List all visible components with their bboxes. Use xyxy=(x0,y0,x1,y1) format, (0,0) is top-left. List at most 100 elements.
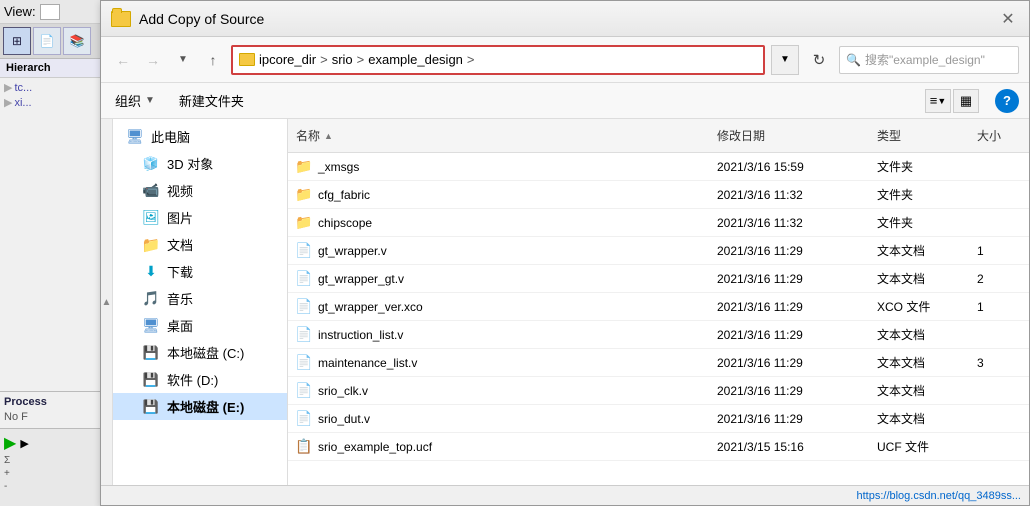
file-row[interactable]: 📄 gt_wrapper_ver.xco 2021/3/16 11:29 XCO… xyxy=(288,293,1029,321)
file-row[interactable]: 📁 chipscope 2021/3/16 11:32 文件夹 xyxy=(288,209,1029,237)
pc-icon: 🖥 xyxy=(125,129,145,145)
ide-icon-hierarchy[interactable]: ⊞ xyxy=(3,27,31,55)
nav-collapse-button[interactable]: ▲ xyxy=(101,119,113,485)
file-date: 2021/3/16 11:29 xyxy=(709,241,869,261)
nav-forward-button[interactable]: → xyxy=(141,48,165,72)
file-row[interactable]: 📄 gt_wrapper.v 2021/3/16 11:29 文本文档 1 xyxy=(288,237,1029,265)
disk-e-icon: 💾 xyxy=(141,399,161,415)
file-row[interactable]: 📄 instruction_list.v 2021/3/16 11:29 文本文… xyxy=(288,321,1029,349)
file-pane: 名称 ▲ 修改日期 类型 大小 📁 _x xyxy=(288,119,1029,485)
content-area: ▲ 🖥 此电脑 🧊 3D 对象 📹 视频 🖼 图片 xyxy=(101,119,1029,485)
view-list-icon: ≡ xyxy=(930,93,938,108)
file-row[interactable]: 📄 maintenance_list.v 2021/3/16 11:29 文本文… xyxy=(288,349,1029,377)
refresh-button[interactable]: ↻ xyxy=(805,46,833,74)
dialog-titlebar: Add Copy of Source ✕ xyxy=(101,1,1029,37)
header-date-label: 修改日期 xyxy=(717,127,765,144)
view-buttons: ≡ ▼ ▦ xyxy=(925,89,979,113)
nav-item-doc-label: 文档 xyxy=(167,235,193,254)
ide-view-toggle[interactable] xyxy=(40,4,60,20)
new-folder-button[interactable]: 新建文件夹 xyxy=(175,89,248,112)
file-size xyxy=(969,388,1029,394)
search-box[interactable]: 🔍 搜索"example_design" xyxy=(839,46,1019,74)
ide-extra-btn[interactable]: + xyxy=(4,468,101,479)
file-name: gt_wrapper_gt.v xyxy=(318,272,404,286)
file-size xyxy=(969,444,1029,450)
nav-up-button[interactable]: ↑ xyxy=(201,48,225,72)
organize-button[interactable]: 组织 ▼ xyxy=(111,89,159,112)
file-type: 文本文档 xyxy=(869,267,969,290)
nav-item-disk-d[interactable]: 💾 软件 (D:) xyxy=(113,366,287,393)
nav-back-button[interactable]: ← xyxy=(111,48,135,72)
nav-item-music[interactable]: 🎵 音乐 xyxy=(113,285,287,312)
address-folder-icon xyxy=(239,53,255,66)
organize-label: 组织 xyxy=(115,91,141,110)
file-name-cell: 📄 gt_wrapper_gt.v xyxy=(288,268,709,290)
path-sep2: > xyxy=(357,52,365,67)
nav-item-download-label: 下载 xyxy=(167,262,193,281)
file-row[interactable]: 📁 cfg_fabric 2021/3/16 11:32 文件夹 xyxy=(288,181,1029,209)
dialog-title-left: Add Copy of Source xyxy=(111,11,264,27)
file-row[interactable]: 📄 gt_wrapper_gt.v 2021/3/16 11:29 文本文档 2 xyxy=(288,265,1029,293)
dialog-close-button[interactable]: ✕ xyxy=(997,8,1019,30)
ide-sigma-btn[interactable]: Σ xyxy=(4,455,101,466)
music-icon: 🎵 xyxy=(141,291,161,307)
file-name: instruction_list.v xyxy=(318,328,403,342)
file-name: srio_dut.v xyxy=(318,412,370,426)
ide-toolbar-top: View: xyxy=(0,0,104,24)
file-date: 2021/3/16 11:29 xyxy=(709,297,869,317)
header-size-label: 大小 xyxy=(977,127,1001,144)
header-type[interactable]: 类型 xyxy=(869,123,969,148)
ide-icon-libs[interactable]: 📚 xyxy=(63,27,91,55)
file-size xyxy=(969,192,1029,198)
view-list-button[interactable]: ≡ ▼ xyxy=(925,89,951,113)
nav-item-video[interactable]: 📹 视频 xyxy=(113,177,287,204)
nav-item-photo[interactable]: 🖼 图片 xyxy=(113,204,287,231)
file-size: 2 xyxy=(969,269,1029,289)
header-size[interactable]: 大小 xyxy=(969,123,1029,148)
nav-item-download[interactable]: ⬇ 下载 xyxy=(113,258,287,285)
nav-item-disk-c[interactable]: 💾 本地磁盘 (C:) xyxy=(113,339,287,366)
file-row[interactable]: 📋 srio_example_top.ucf 2021/3/15 15:16 U… xyxy=(288,433,1029,461)
file-list-body: 📁 _xmsgs 2021/3/16 15:59 文件夹 📁 cfg_fabri… xyxy=(288,153,1029,485)
file-row[interactable]: 📄 srio_clk.v 2021/3/16 11:29 文本文档 xyxy=(288,377,1029,405)
ide-icon-files[interactable]: 📄 xyxy=(33,27,61,55)
file-name: cfg_fabric xyxy=(318,188,370,202)
file-type: 文本文档 xyxy=(869,407,969,430)
photo-icon: 🖼 xyxy=(141,210,161,226)
nav-item-disk-e[interactable]: 💾 本地磁盘 (E:) xyxy=(113,393,287,420)
file-date: 2021/3/16 11:32 xyxy=(709,213,869,233)
file-row[interactable]: 📁 _xmsgs 2021/3/16 15:59 文件夹 xyxy=(288,153,1029,181)
file-size: 1 xyxy=(969,241,1029,261)
nav-pane: 🖥 此电脑 🧊 3D 对象 📹 视频 🖼 图片 📁 文档 xyxy=(113,119,288,485)
status-bar: https://blog.csdn.net/qq_3489ss... xyxy=(101,485,1029,505)
file-name: srio_example_top.ucf xyxy=(318,440,432,454)
nav-item-doc[interactable]: 📁 文档 xyxy=(113,231,287,258)
nav-item-pc[interactable]: 🖥 此电脑 xyxy=(113,123,287,150)
header-date[interactable]: 修改日期 xyxy=(709,123,869,148)
nav-item-3d[interactable]: 🧊 3D 对象 xyxy=(113,150,287,177)
nav-item-desktop[interactable]: 🖥 桌面 xyxy=(113,312,287,339)
nav-recent-button[interactable]: ▼ xyxy=(171,48,195,72)
ide-tree-item[interactable]: ▶ tc... xyxy=(2,80,102,95)
organize-arrow: ▼ xyxy=(145,95,155,106)
file-date: 2021/3/16 11:29 xyxy=(709,381,869,401)
ide-run-btn[interactable]: ▶ ▶ xyxy=(4,433,101,453)
nav-item-music-label: 音乐 xyxy=(167,289,193,308)
ide-tree-item-2[interactable]: ▶ xi... xyxy=(2,95,102,110)
header-name[interactable]: 名称 ▲ xyxy=(288,123,709,148)
ide-tree: ▶ tc... ▶ xi... xyxy=(0,78,104,112)
ide-extra-btn2[interactable]: - xyxy=(4,481,101,492)
file-row[interactable]: 📄 srio_dut.v 2021/3/16 11:29 文本文档 xyxy=(288,405,1029,433)
file-name-cell: 📁 cfg_fabric xyxy=(288,184,709,206)
nav-item-disk-c-label: 本地磁盘 (C:) xyxy=(167,343,244,362)
view-tiles-button[interactable]: ▦ xyxy=(953,89,979,113)
address-box[interactable]: ipcore_dir > srio > example_design > xyxy=(231,45,765,75)
help-button[interactable]: ? xyxy=(995,89,1019,113)
address-dropdown-button[interactable]: ▼ xyxy=(771,45,799,75)
sort-icon: ▲ xyxy=(324,131,333,141)
file-type: 文本文档 xyxy=(869,323,969,346)
file-type: 文本文档 xyxy=(869,239,969,262)
file-name: chipscope xyxy=(318,216,372,230)
file-name: srio_clk.v xyxy=(318,384,368,398)
nav-item-disk-d-label: 软件 (D:) xyxy=(167,370,218,389)
